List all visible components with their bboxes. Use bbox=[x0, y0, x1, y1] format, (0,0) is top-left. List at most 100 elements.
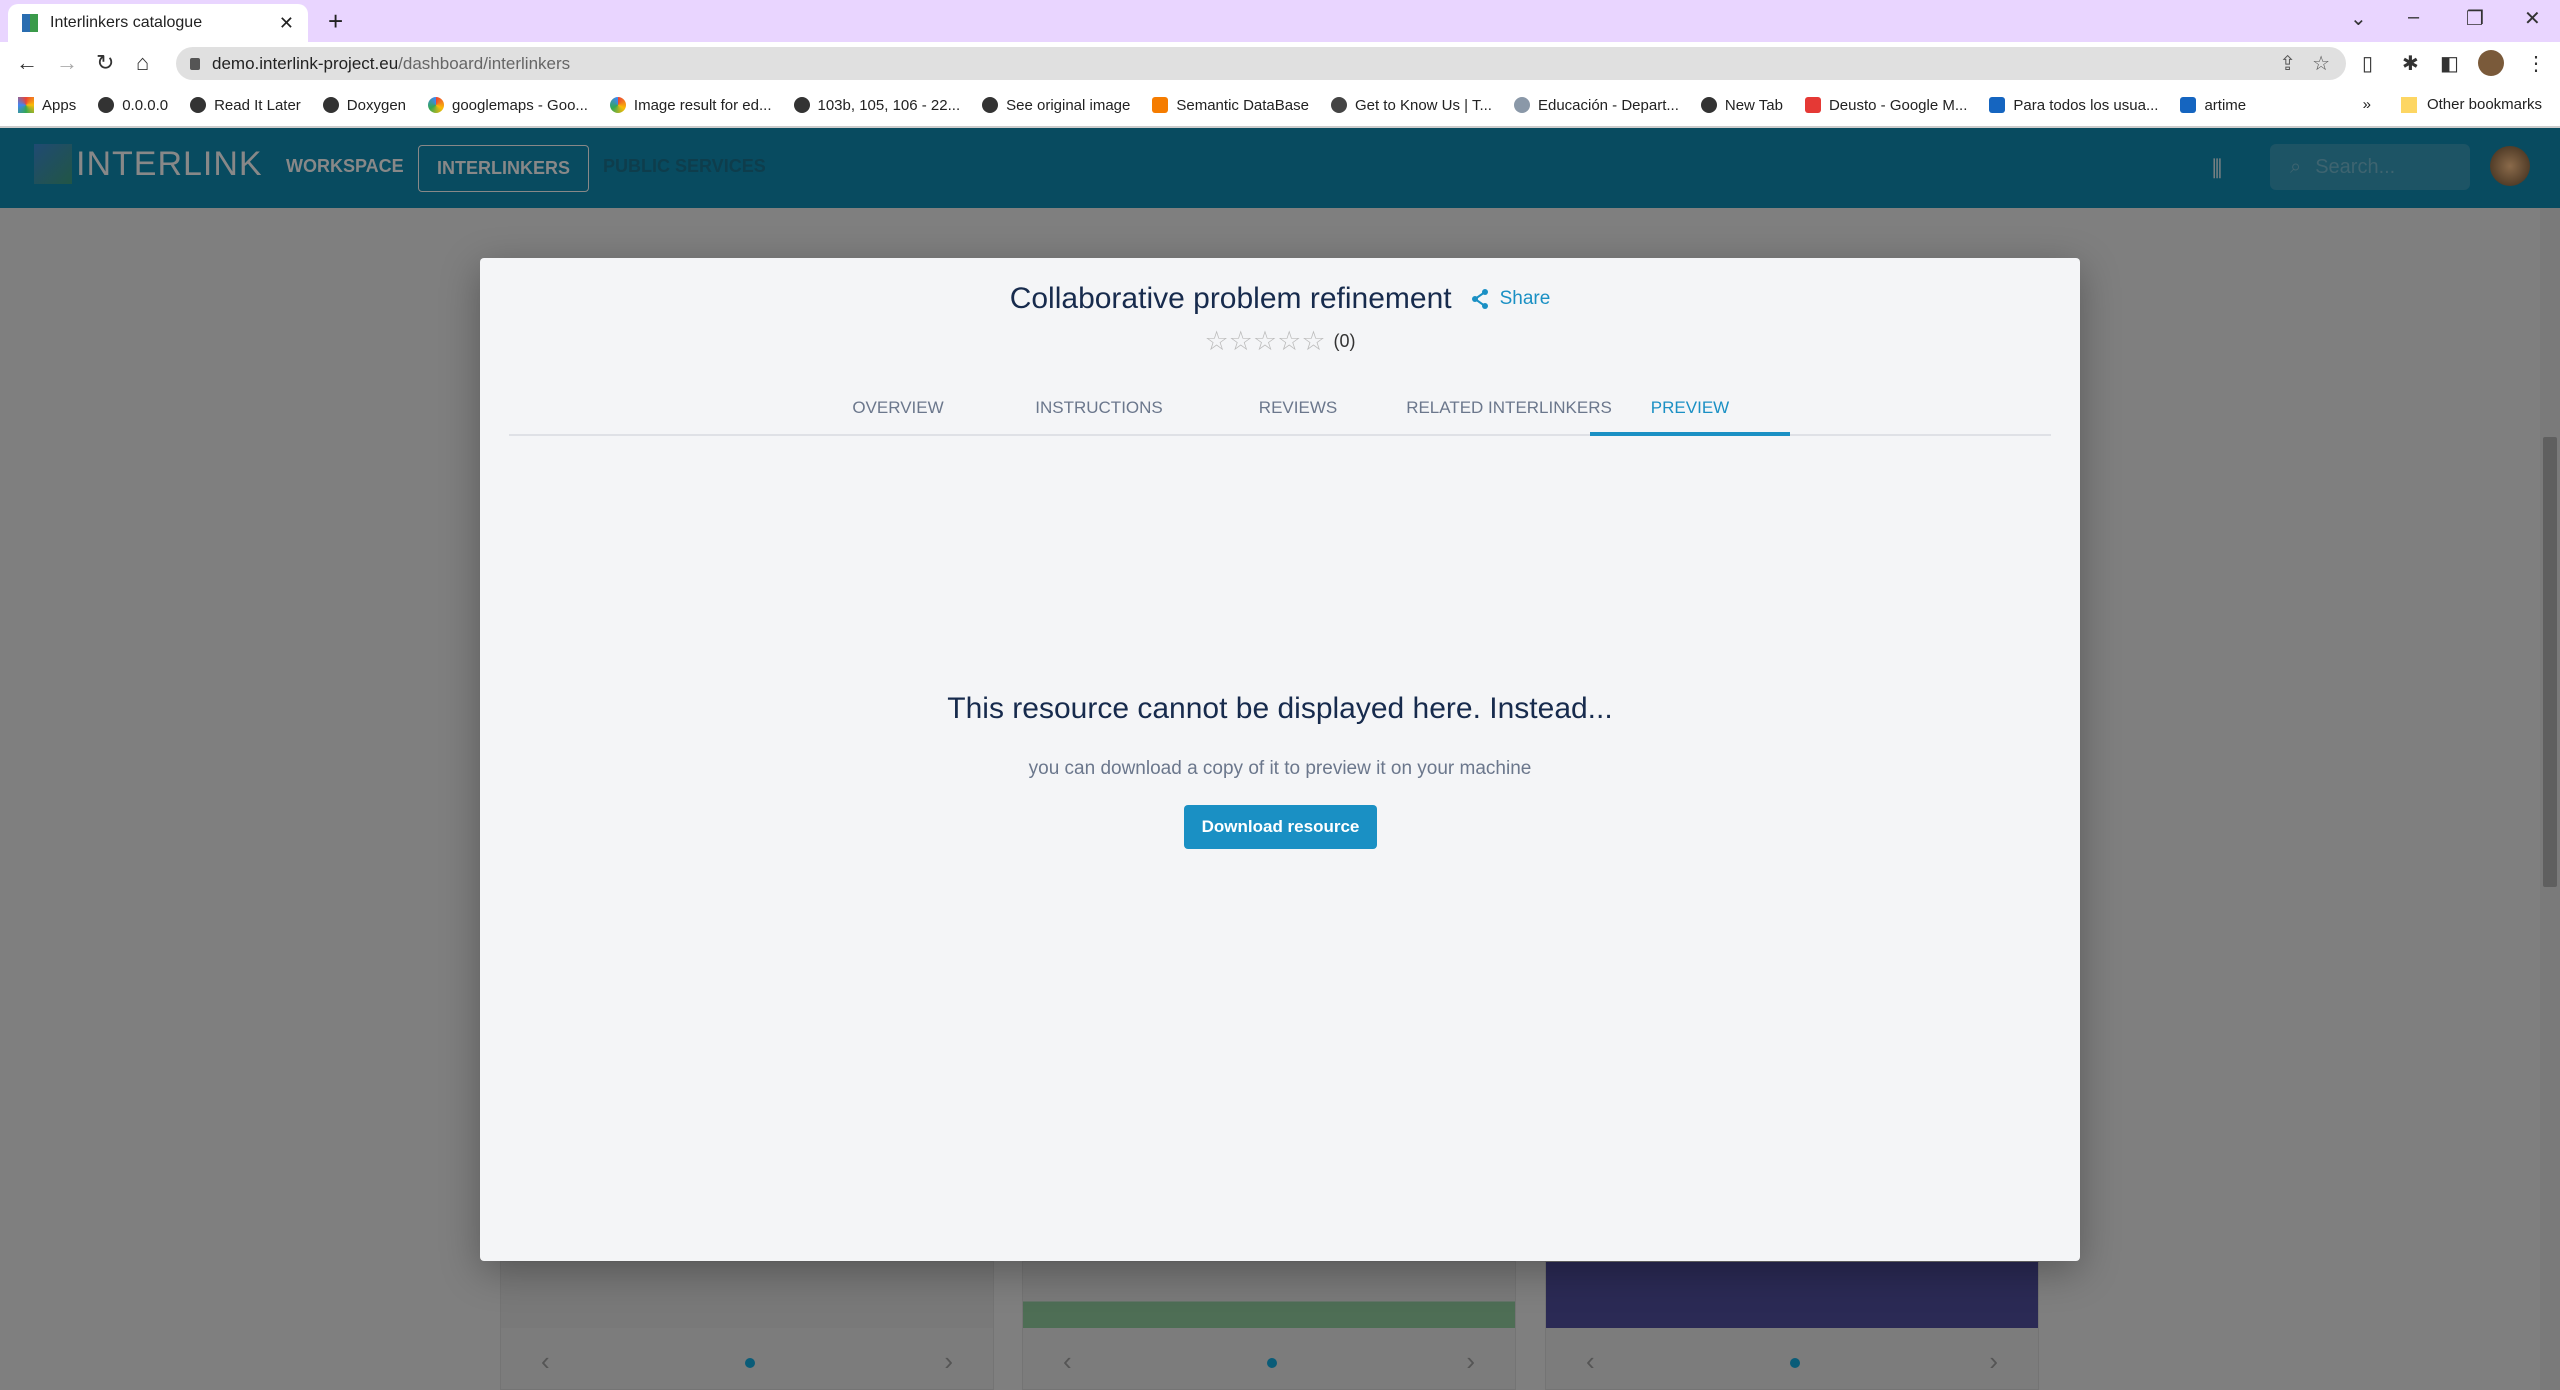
tab-related-interlinkers[interactable]: RELATED INTERLINKERS bbox=[1406, 398, 1612, 418]
menu-icon[interactable]: ⋮ bbox=[2526, 51, 2546, 76]
bookmark[interactable]: Read It Later bbox=[190, 97, 301, 114]
google-icon bbox=[609, 97, 626, 113]
star-rating[interactable]: ☆ ☆ ☆ ☆ ☆ (0) bbox=[480, 326, 2080, 357]
star-icon[interactable]: ☆ bbox=[1253, 326, 1277, 357]
bookmark-label: 103b, 105, 106 - 22... bbox=[817, 96, 961, 114]
bookmark[interactable]: googlemaps - Goo... bbox=[428, 97, 588, 114]
home-icon[interactable]: ⌂ bbox=[136, 50, 149, 76]
bookmark[interactable]: Image result for ed... bbox=[609, 97, 772, 114]
logo-text: INTERLINK bbox=[76, 144, 263, 183]
resource-card[interactable]: ‹ › bbox=[1545, 1261, 2039, 1390]
page-scrollbar[interactable] bbox=[2540, 208, 2560, 1390]
preview-unavailable-heading: This resource cannot be displayed here. … bbox=[947, 692, 1613, 725]
side-panel-icon[interactable]: ◧ bbox=[2440, 51, 2459, 76]
bookmark[interactable]: See original image bbox=[982, 97, 1130, 114]
reload-icon[interactable]: ↻ bbox=[96, 50, 114, 76]
dialog-title: Collaborative problem refinement bbox=[1009, 282, 1452, 315]
maps-pin-icon bbox=[1804, 97, 1821, 113]
close-tab-icon[interactable]: ✕ bbox=[279, 13, 294, 34]
globe-icon bbox=[982, 97, 999, 113]
scrollbar-thumb[interactable] bbox=[2543, 437, 2557, 887]
bookmark[interactable]: Deusto - Google M... bbox=[1804, 96, 1968, 114]
bookmark[interactable]: Educación - Depart... bbox=[1513, 96, 1679, 114]
bookmark[interactable]: New Tab bbox=[1700, 96, 1783, 114]
minimize-icon[interactable]: – bbox=[2408, 6, 2419, 29]
bookmark-label: Deusto - Google M... bbox=[1828, 96, 1968, 114]
resource-card[interactable]: ‹ › bbox=[1022, 1261, 1516, 1390]
tab-overview[interactable]: OVERVIEW bbox=[852, 398, 943, 418]
restore-icon[interactable]: ❐ bbox=[2466, 6, 2484, 31]
other-bookmarks[interactable]: » Other bookmarks bbox=[2363, 96, 2542, 113]
bookmark-label: googlemaps - Goo... bbox=[452, 96, 588, 114]
extensions-icon[interactable]: ✱ bbox=[2402, 51, 2419, 76]
share-page-icon[interactable]: ⇪ bbox=[2279, 51, 2296, 76]
bookmark-star-icon[interactable]: ☆ bbox=[2312, 51, 2330, 76]
search-input[interactable]: ⌕ Search... bbox=[2270, 144, 2470, 190]
tab-preview[interactable]: PREVIEW bbox=[1651, 398, 1729, 418]
bookmark-label: Para todos los usua... bbox=[2013, 96, 2159, 114]
interlink-logo[interactable]: INTERLINK bbox=[34, 144, 263, 184]
nav-interlinkers[interactable]: INTERLINKERS bbox=[418, 145, 590, 192]
bookmark[interactable]: artime bbox=[2180, 97, 2246, 114]
bookmark-label: 0.0.0.0 bbox=[122, 96, 169, 114]
folder-icon bbox=[2400, 96, 2417, 113]
bookmarks-bar: Apps 0.0.0.0 Read It Later Doxygen googl… bbox=[0, 84, 2560, 128]
tab-search-icon[interactable]: ⌄ bbox=[2350, 6, 2367, 31]
bookmark[interactable]: 103b, 105, 106 - 22... bbox=[793, 96, 961, 114]
globe-icon bbox=[98, 97, 115, 113]
bookmark[interactable]: Semantic DataBase bbox=[1152, 97, 1309, 114]
browser-tabstrip: Interlinkers catalogue ✕ + ⌄ – ❐ ✕ bbox=[0, 0, 2560, 42]
bookmark[interactable]: 0.0.0.0 bbox=[98, 97, 168, 114]
tab-reviews[interactable]: REVIEWS bbox=[1259, 398, 1337, 418]
card-preview-image bbox=[1546, 1262, 2038, 1328]
forward-icon[interactable]: → bbox=[56, 50, 78, 76]
search-placeholder: Search... bbox=[2315, 155, 2396, 178]
close-window-icon[interactable]: ✕ bbox=[2524, 6, 2541, 31]
carousel-dot[interactable] bbox=[745, 1358, 755, 1368]
chevron-left-icon[interactable]: ‹ bbox=[1063, 1346, 1072, 1377]
chevron-right-icon[interactable]: › bbox=[1989, 1346, 1998, 1377]
download-resource-button[interactable]: Download resource bbox=[1184, 805, 1377, 849]
carousel-dot[interactable] bbox=[1790, 1358, 1800, 1368]
apps-icon bbox=[18, 97, 34, 113]
address-bar[interactable]: demo.interlink-project.eu/dashboard/inte… bbox=[176, 47, 2346, 80]
profile-avatar[interactable] bbox=[2478, 50, 2504, 76]
reader-icon[interactable]: ▯ bbox=[2362, 51, 2373, 76]
bookmark-label: Get to Know Us | T... bbox=[1354, 96, 1492, 114]
star-icon[interactable]: ☆ bbox=[1204, 326, 1228, 357]
filters-icon[interactable]: ⫼ bbox=[2212, 156, 2222, 182]
chevron-left-icon[interactable]: ‹ bbox=[1586, 1346, 1595, 1377]
bookmark-label: New Tab bbox=[1724, 96, 1783, 114]
bookmark[interactable]: Doxygen bbox=[322, 97, 406, 114]
bookmark-label: See original image bbox=[1006, 96, 1131, 114]
star-icon[interactable]: ☆ bbox=[1301, 326, 1325, 357]
carousel-dot[interactable] bbox=[1267, 1358, 1277, 1368]
nav-workspace[interactable]: WORKSPACE bbox=[286, 156, 404, 177]
chevron-right-icon[interactable]: › bbox=[1466, 1346, 1475, 1377]
user-avatar[interactable] bbox=[2490, 146, 2530, 186]
preview-unavailable-text: you can download a copy of it to preview… bbox=[1028, 758, 1532, 779]
tab-instructions[interactable]: INSTRUCTIONS bbox=[1035, 398, 1163, 418]
bookmark-label: Apps bbox=[42, 96, 77, 114]
browser-tab[interactable]: Interlinkers catalogue ✕ bbox=[8, 4, 308, 42]
chevron-left-icon[interactable]: ‹ bbox=[541, 1346, 550, 1377]
nav-public-services[interactable]: PUBLIC SERVICES bbox=[603, 156, 766, 177]
bookmark[interactable]: Get to Know Us | T... bbox=[1330, 96, 1492, 114]
globe-icon bbox=[190, 97, 207, 113]
url-host: demo.interlink-project.eu bbox=[212, 53, 399, 73]
bookmark-label: Educación - Depart... bbox=[1537, 96, 1679, 114]
deusto-icon bbox=[1989, 97, 2006, 113]
resource-card[interactable]: ‹ › bbox=[500, 1261, 994, 1390]
interlink-favicon-icon bbox=[22, 14, 38, 32]
new-tab-icon[interactable]: + bbox=[328, 6, 343, 37]
share-button[interactable]: Share bbox=[1470, 288, 1550, 310]
more-bookmarks-icon[interactable]: » bbox=[2363, 96, 2371, 113]
blogger-icon bbox=[1152, 97, 1169, 113]
bookmark-apps[interactable]: Apps bbox=[18, 97, 76, 114]
back-icon[interactable]: ← bbox=[16, 50, 38, 76]
app-header: INTERLINK WORKSPACE INTERLINKERS PUBLIC … bbox=[0, 128, 2560, 208]
star-icon[interactable]: ☆ bbox=[1229, 326, 1253, 357]
bookmark[interactable]: Para todos los usua... bbox=[1989, 97, 2158, 114]
star-icon[interactable]: ☆ bbox=[1277, 326, 1301, 357]
chevron-right-icon[interactable]: › bbox=[944, 1346, 953, 1377]
